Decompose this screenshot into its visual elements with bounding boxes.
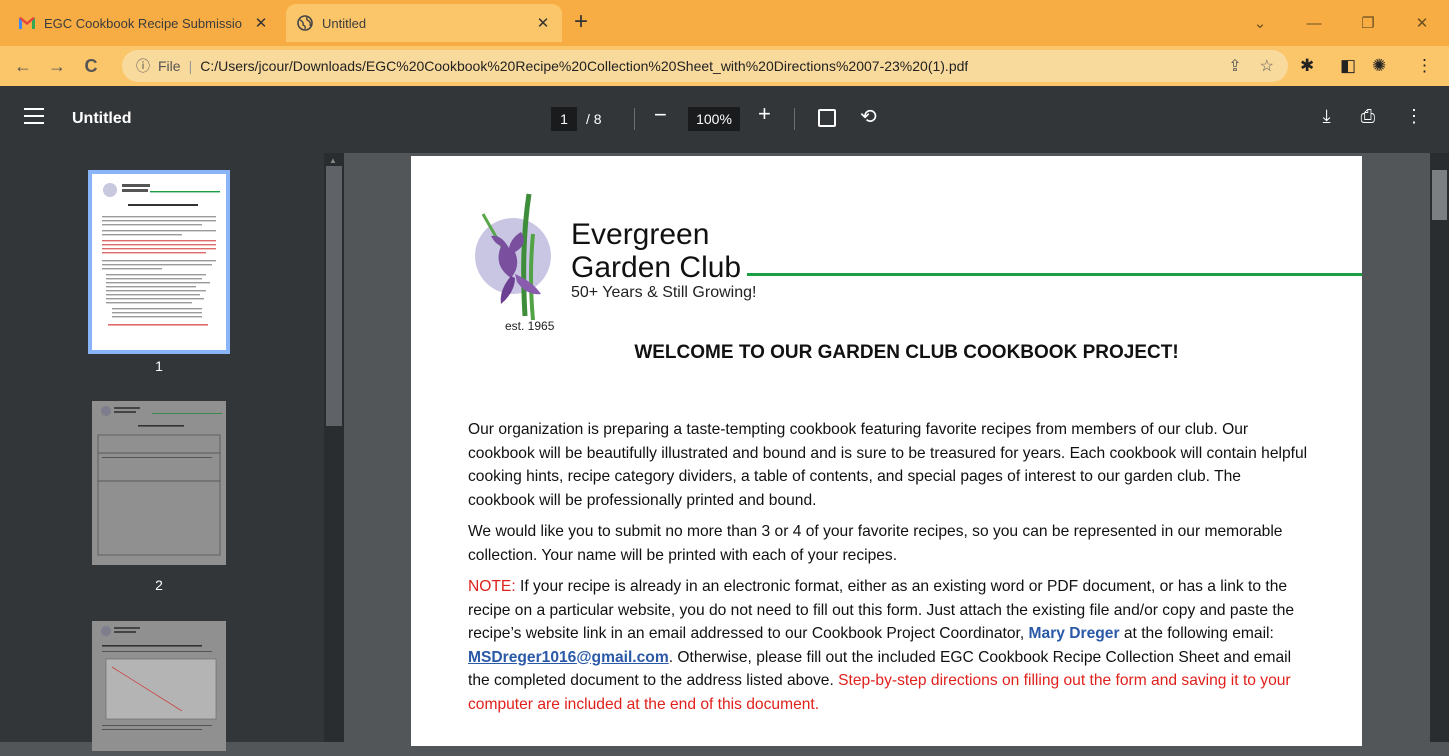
tab-title: EGC Cookbook Recipe Submissio [44, 15, 242, 31]
print-icon[interactable]: ⎙ [1361, 106, 1375, 127]
divider [794, 108, 795, 130]
address-actions: ⇪ ☆ [1228, 56, 1274, 76]
address-scheme: File [158, 58, 181, 74]
side-panel-icon[interactable]: ◧ [1340, 56, 1356, 76]
tab-egc-cookbook[interactable]: EGC Cookbook Recipe Submissio ✕ [8, 6, 280, 40]
scroll-up-arrow-icon[interactable]: ▲ [329, 156, 337, 165]
club-name: Evergreen Garden Club [571, 218, 741, 284]
close-icon[interactable]: ✕ [534, 14, 552, 32]
page-number-input[interactable]: 1 [551, 107, 577, 131]
thumbnail-page-preview [97, 406, 222, 556]
close-window-icon[interactable]: ✕ [1395, 14, 1449, 32]
thumbnail-page-preview [101, 626, 217, 730]
fit-to-page-icon[interactable] [818, 109, 836, 127]
menu-hamburger-icon[interactable] [24, 108, 44, 124]
more-menu-icon[interactable]: ⋮ [1416, 56, 1433, 76]
zoom-level-input[interactable]: 100% [688, 107, 740, 131]
bookmark-star-icon[interactable]: ☆ [1260, 56, 1274, 76]
coordinator-email-link[interactable]: MSDreger1016@gmail.com [468, 649, 669, 666]
forward-icon[interactable]: → [40, 56, 74, 77]
download-icon[interactable]: ⤓ [1323, 106, 1331, 127]
more-options-icon[interactable]: ⋮ [1405, 106, 1423, 127]
tab-title: Untitled [322, 15, 367, 31]
main-scrollbar[interactable] [1430, 153, 1449, 742]
document-title: Untitled [72, 110, 132, 127]
extensions-puzzle-icon[interactable]: ✱ [1300, 56, 1314, 76]
minimize-icon[interactable]: — [1287, 15, 1341, 32]
submission-paragraph: We would like you to submit no more than… [468, 523, 1283, 564]
address-url[interactable]: C:/Users/jcour/Downloads/EGC%20Cookbook%… [200, 58, 968, 74]
gmail-icon [18, 14, 36, 32]
document-body: Our organization is preparing a taste-te… [468, 418, 1308, 724]
intro-paragraph: Our organization is preparing a taste-te… [468, 421, 1308, 509]
tab-untitled[interactable]: Untitled ✕ [286, 4, 562, 42]
page-thumbnail-2[interactable] [92, 401, 226, 565]
rotate-icon[interactable]: ⟲ [860, 104, 877, 129]
viewer-actions: ⤓ ⎙ ⋮ [1323, 106, 1423, 127]
reload-icon[interactable]: C [74, 56, 108, 77]
zoom-in-button[interactable]: + [758, 101, 771, 127]
thumbnail-page-preview [102, 183, 220, 326]
browser-toolbar: ← → C ⓘ File | C:/Users/jcour/Downloads/… [0, 46, 1449, 86]
address-separator: | [188, 58, 193, 74]
page-total: / 8 [586, 111, 602, 127]
main-scrollbar-thumb[interactable] [1432, 170, 1447, 220]
profile-avatar-icon[interactable]: ✺ [1372, 56, 1386, 76]
pdf-viewer-toolbar: Untitled 1 / 8 − 100% + ⟲ ⤓ ⎙ ⋮ [0, 86, 1449, 153]
window-controls: ⌄ — ❐ ✕ [1233, 0, 1449, 46]
page-thumbnail-3[interactable] [92, 621, 226, 751]
thumbnail-number: 2 [155, 577, 163, 593]
thumbnail-sidebar: 1 2 [0, 153, 344, 751]
pdf-page: Evergreen Garden Club 50+ Years & Still … [411, 156, 1362, 746]
close-icon[interactable]: ✕ [252, 14, 270, 32]
tab-search-icon[interactable]: ⌄ [1233, 14, 1287, 32]
note-label: NOTE: [468, 578, 516, 595]
restore-icon[interactable]: ❐ [1341, 14, 1395, 32]
divider [634, 108, 635, 130]
zoom-out-button[interactable]: − [654, 102, 667, 128]
established-year: est. 1965 [505, 319, 555, 333]
note-text: at the following email: [1119, 625, 1274, 642]
welcome-headline: WELCOME TO OUR GARDEN CLUB COOKBOOK PROJ… [634, 342, 1179, 363]
club-tagline: 50+ Years & Still Growing! [571, 284, 757, 301]
note-paragraph: NOTE: If your recipe is already in an el… [468, 575, 1308, 716]
coordinator-name: Mary Dreger [1028, 625, 1120, 642]
new-tab-button[interactable]: + [574, 10, 588, 34]
address-bar[interactable]: ⓘ File | C:/Users/jcour/Downloads/EGC%20… [122, 50, 1288, 82]
club-name-line1: Evergreen [571, 218, 710, 251]
page-thumbnail-1[interactable] [88, 170, 230, 354]
back-icon[interactable]: ← [6, 56, 40, 77]
tab-strip: EGC Cookbook Recipe Submissio ✕ Untitled… [0, 0, 1449, 46]
sidebar-scrollbar-thumb[interactable] [326, 166, 342, 426]
globe-icon [296, 14, 314, 32]
iris-flower-logo-icon [475, 193, 551, 321]
info-icon[interactable]: ⓘ [136, 56, 150, 76]
header-divider-line [747, 273, 1362, 276]
thumbnail-number: 1 [155, 358, 163, 374]
share-icon[interactable]: ⇪ [1228, 56, 1241, 76]
club-name-line2: Garden Club [571, 251, 742, 284]
